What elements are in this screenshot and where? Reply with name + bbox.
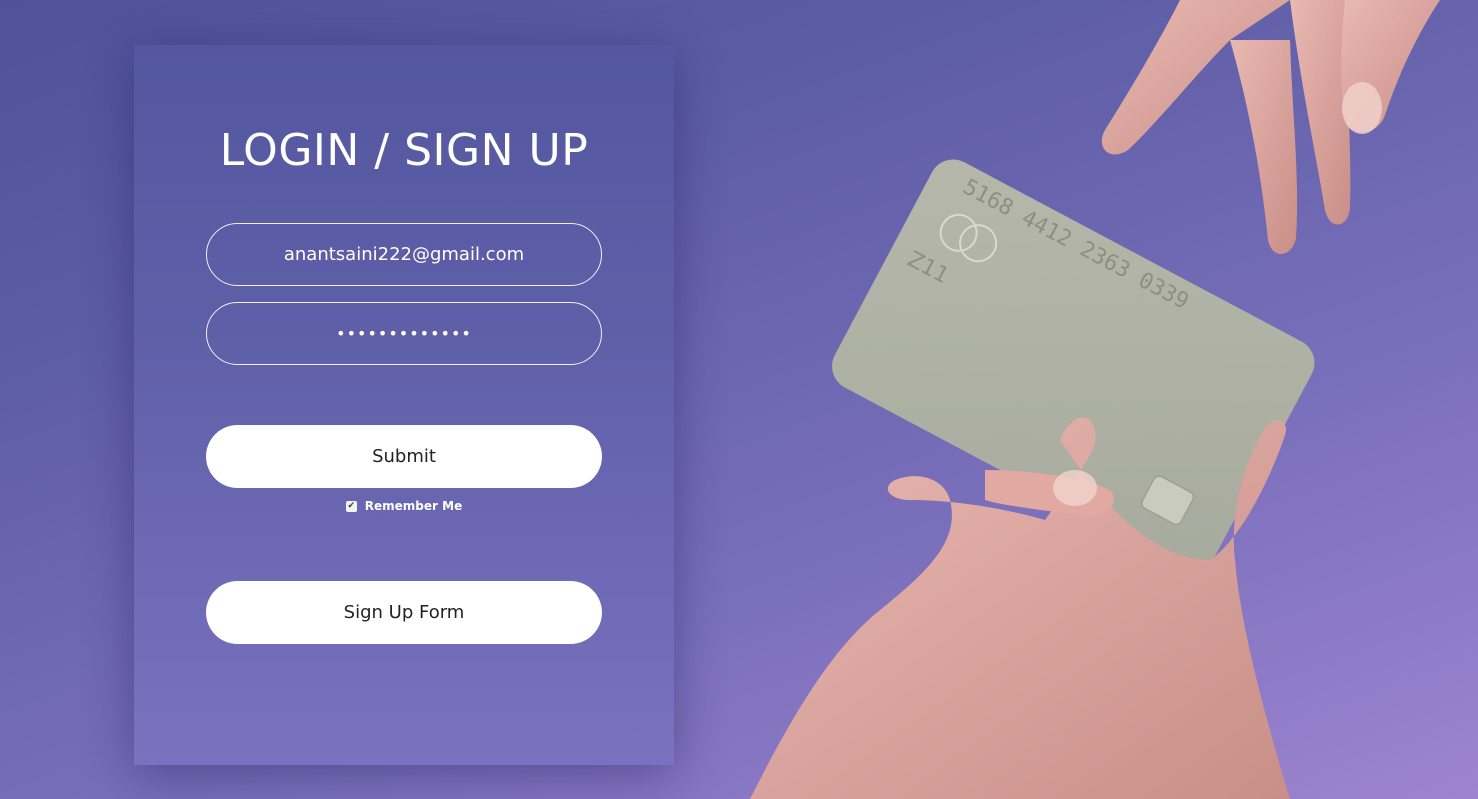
remember-me-checkbox[interactable]: ✔: [345, 500, 357, 512]
remember-me-row[interactable]: ✔ Remember Me: [134, 499, 674, 513]
login-panel: LOGIN / SIGN UP Submit ✔ Remember Me Sig…: [134, 45, 674, 765]
submit-button[interactable]: Submit: [206, 425, 602, 488]
remember-me-label: Remember Me: [364, 499, 463, 513]
upper-hand: [1101, 0, 1440, 255]
email-field[interactable]: [206, 223, 602, 286]
sign-up-form-button[interactable]: Sign Up Form: [206, 581, 602, 644]
page-title: LOGIN / SIGN UP: [219, 125, 589, 176]
checkmark-icon: ✔: [347, 500, 356, 511]
password-field[interactable]: [206, 302, 602, 365]
